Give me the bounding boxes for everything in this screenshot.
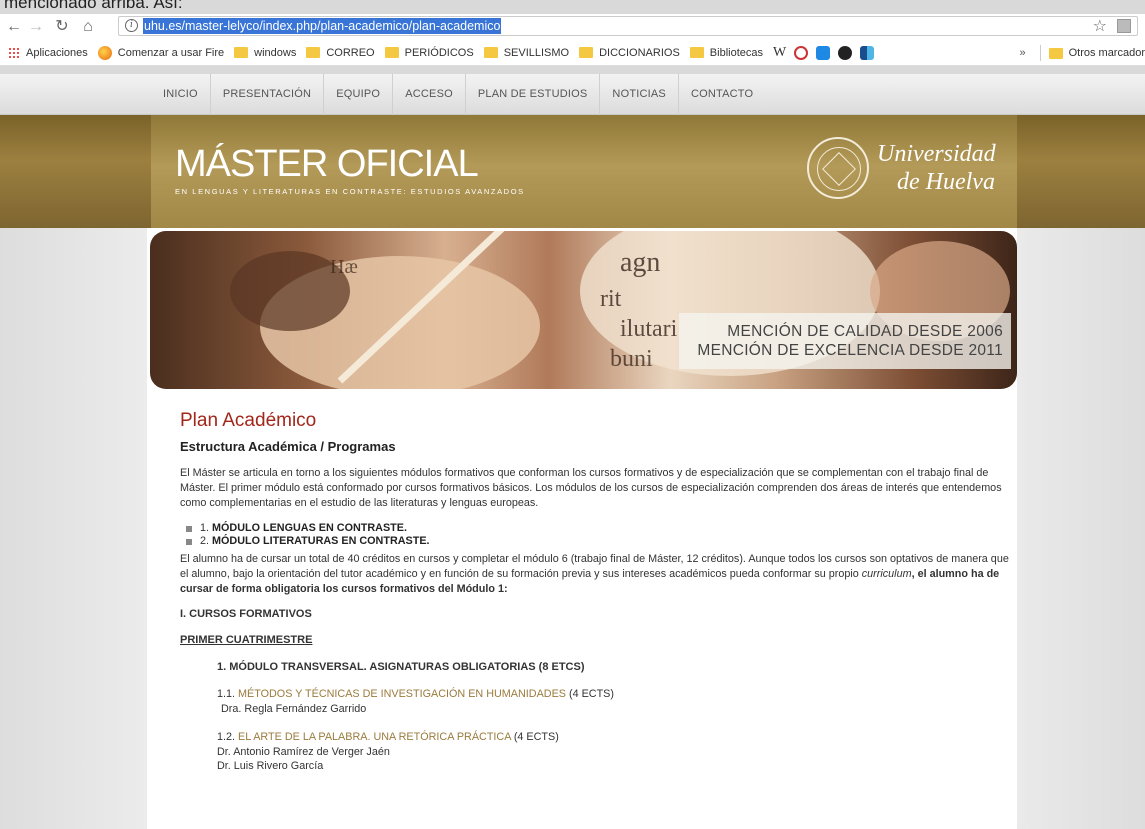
svg-text:Hæ: Hæ: [330, 256, 358, 278]
reload-icon[interactable]: ↻: [52, 17, 72, 37]
folder-icon: [689, 47, 704, 58]
course-item: 1.2. EL ARTE DE LA PALABRA. UNA RETÓRICA…: [217, 730, 1010, 773]
course-teacher: Dra. Regla Fernández Garrido: [221, 703, 367, 715]
svg-text:agn: agn: [620, 247, 660, 278]
bookmark-firefox[interactable]: Comenzar a usar Fire: [97, 45, 224, 60]
nav-plan-de-estudios[interactable]: PLAN DE ESTUDIOS: [466, 74, 601, 115]
nav-acceso[interactable]: ACCESO: [393, 74, 466, 115]
svg-text:ilutari: ilutari: [620, 316, 678, 342]
section-subtitle: Estructura Académica / Programas: [180, 439, 396, 454]
folder-icon: [306, 47, 321, 58]
bullet-icon: [186, 538, 192, 545]
site-logo-icon[interactable]: [794, 45, 809, 60]
bullet-icon: [186, 525, 192, 532]
university-name-line1: Universidad: [877, 141, 996, 167]
media-icon[interactable]: [838, 45, 853, 60]
browser-toolbar: ← → ↻ ⌂ i uhu.es/master-lelyco/index.php…: [0, 14, 1145, 40]
site-banner: MÁSTER OFICIAL EN LENGUAS Y LITERATURAS …: [0, 115, 1145, 228]
article: Plan Académico Estructura Académica / Pr…: [180, 410, 1010, 773]
svg-text:rit: rit: [600, 286, 622, 312]
bookmark-bibliotecas[interactable]: Bibliotecas: [689, 47, 763, 59]
info-icon[interactable]: i: [125, 19, 138, 32]
hero-caption-quality: MENCIÓN DE CALIDAD DESDE 2006: [727, 323, 1003, 340]
bookmark-apps[interactable]: Aplicaciones: [0, 46, 88, 59]
university-name-line2: de Huelva: [897, 169, 995, 195]
apps-grid-icon: [8, 46, 20, 59]
site-title[interactable]: MÁSTER OFICIAL: [175, 143, 479, 186]
bookmark-star-icon[interactable]: ☆: [1093, 16, 1107, 36]
bookmark-correo[interactable]: CORREO: [306, 47, 375, 59]
translate-icon[interactable]: [816, 45, 831, 60]
nav-noticias[interactable]: NOTICIAS: [600, 74, 679, 115]
bookmark-periodicos[interactable]: PERIÓDICOS: [384, 47, 474, 59]
course-link[interactable]: EL ARTE DE LA PALABRA. UNA RETÓRICA PRÁC…: [238, 731, 511, 743]
wikipedia-icon[interactable]: W: [773, 45, 786, 61]
hero-caption-excellence: MENCIÓN DE EXCELENCIA DESDE 2011: [697, 342, 1003, 359]
nav-contacto[interactable]: CONTACTO: [679, 74, 765, 115]
svg-text:buni: buni: [610, 346, 653, 372]
page-title: Plan Académico: [180, 410, 317, 431]
intro-paragraph: El Máster se articula en torno a los sig…: [180, 467, 1002, 509]
home-icon[interactable]: ⌂: [78, 17, 98, 37]
nav-equipo[interactable]: EQUIPO: [324, 74, 394, 115]
module-heading: 1. MÓDULO TRANSVERSAL. ASIGNATURAS OBLIG…: [217, 661, 585, 673]
course-teacher: Dr. Antonio Ramírez de Verger Jaén: [217, 746, 390, 758]
folder-icon: [1048, 47, 1063, 59]
course-item: 1.1. MÉTODOS Y TÉCNICAS DE INVESTIGACIÓN…: [217, 687, 1010, 716]
bookmark-app-icon[interactable]: [860, 45, 875, 60]
bookmarks-bar: Aplicaciones Comenzar a usar Fire window…: [0, 40, 1145, 66]
other-bookmarks[interactable]: Otros marcador: [1069, 47, 1145, 59]
cropped-document-text: mencionado arriba. Así:: [4, 0, 183, 12]
address-bar[interactable]: i uhu.es/master-lelyco/index.php/plan-ac…: [118, 16, 1138, 36]
list-item: 2. MÓDULO LITERATURAS EN CONTRASTE.: [180, 535, 1010, 548]
bookmark-windows[interactable]: windows: [234, 47, 296, 59]
folder-icon: [483, 47, 498, 58]
module-list: 1. MÓDULO LENGUAS EN CONTRASTE. 2. MÓDUL…: [180, 522, 1010, 548]
nav-presentacion[interactable]: PRESENTACIÓN: [211, 74, 325, 115]
back-icon[interactable]: ←: [4, 17, 24, 37]
folder-icon: [579, 47, 594, 58]
semester-heading: PRIMER CUATRIMESTRE: [180, 634, 313, 646]
bookmark-diccionarios[interactable]: DICCIONARIOS: [579, 47, 680, 59]
credits-paragraph: El alumno ha de cursar un total de 40 cr…: [180, 553, 1009, 595]
more-bookmarks[interactable]: »: [1019, 47, 1025, 59]
hero-image: Hæ agn rit ilutari buni MENCIÓN DE CALID…: [150, 231, 1017, 389]
folder-icon: [234, 47, 249, 58]
firefox-icon: [97, 45, 112, 60]
nav-inicio[interactable]: INICIO: [151, 74, 211, 115]
url-text[interactable]: uhu.es/master-lelyco/index.php/plan-acad…: [143, 18, 502, 34]
course-teacher: Dr. Luis Rivero García: [217, 760, 324, 772]
site-subtitle: EN LENGUAS Y LITERATURAS EN CONTRASTE: E…: [175, 187, 525, 196]
section-heading: I. CURSOS FORMATIVOS: [180, 608, 312, 620]
bookmark-sevillismo[interactable]: SEVILLISMO: [483, 47, 569, 59]
list-item: 1. MÓDULO LENGUAS EN CONTRASTE.: [180, 522, 1010, 535]
course-link[interactable]: MÉTODOS Y TÉCNICAS DE INVESTIGACIÓN EN H…: [238, 688, 566, 700]
forward-icon[interactable]: →: [26, 17, 46, 37]
site-navigation: INICIO PRESENTACIÓN EQUIPO ACCESO PLAN D…: [0, 74, 1145, 115]
folder-icon: [384, 47, 399, 58]
university-seal-icon: [807, 137, 869, 199]
extension-icon[interactable]: [1117, 19, 1131, 33]
